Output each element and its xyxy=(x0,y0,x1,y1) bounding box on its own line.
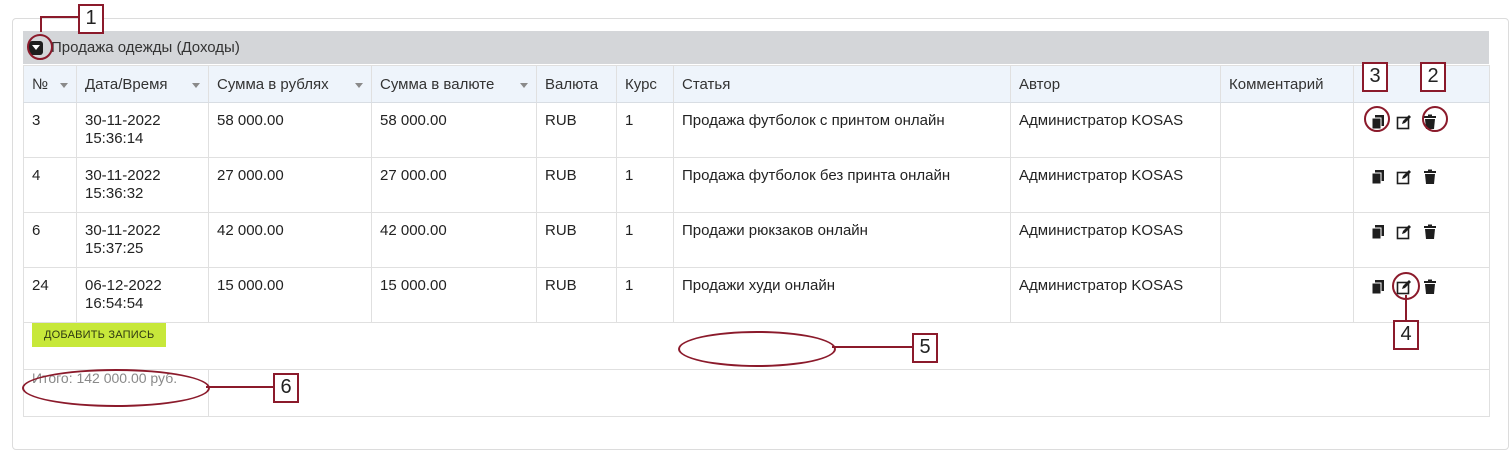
cell-comment xyxy=(1220,267,1354,323)
annotation-leader xyxy=(40,16,78,18)
cell-num: 4 xyxy=(23,157,77,213)
group-title: Продажа одежды (Доходы) xyxy=(51,39,240,56)
annotation-label-4: 4 xyxy=(1393,320,1419,350)
cell-rate: 1 xyxy=(616,267,674,323)
sort-icon[interactable] xyxy=(520,82,528,88)
column-header-datetime[interactable]: Дата/Время xyxy=(76,65,209,103)
column-header-article: Статья xyxy=(673,65,1011,103)
cell-date: 30-11-2022 xyxy=(85,222,161,239)
cell-author: Администратор KOSAS xyxy=(1010,157,1221,213)
copy-icon[interactable] xyxy=(1370,279,1386,295)
total-row: Итого: 142 000.00 руб. xyxy=(23,369,1490,417)
cell-time: 15:37:25 xyxy=(85,240,144,257)
table-row: 6 30-11-2022 15:37:25 42 000.00 42 000.00… xyxy=(23,212,1490,268)
cell-actions xyxy=(1353,157,1490,213)
group-header[interactable]: Продажа одежды (Доходы) xyxy=(23,31,1489,64)
annotation-leader xyxy=(40,16,42,32)
table-header-row: № Дата/Время Сумма в рублях Сумма в валю… xyxy=(23,65,1490,103)
cell-sum-currency: 42 000.00 xyxy=(371,212,537,268)
edit-icon[interactable] xyxy=(1396,224,1412,240)
cell-datetime: 30-11-2022 15:36:32 xyxy=(76,157,209,213)
copy-icon[interactable] xyxy=(1370,169,1386,185)
column-header-sum-currency[interactable]: Сумма в валюте xyxy=(371,65,537,103)
annotation-label-2: 2 xyxy=(1420,62,1446,92)
annotation-label-3: 3 xyxy=(1362,62,1388,92)
trash-icon[interactable] xyxy=(1422,279,1438,295)
cell-num: 24 xyxy=(23,267,77,323)
cell-time: 16:54:54 xyxy=(85,295,144,312)
column-header-rate: Курс xyxy=(616,65,674,103)
cell-actions xyxy=(1353,267,1490,323)
cell-rate: 1 xyxy=(616,102,674,158)
cell-comment xyxy=(1220,157,1354,213)
cell-currency: RUB xyxy=(536,157,617,213)
sort-icon[interactable] xyxy=(355,82,363,88)
annotation-ring xyxy=(22,369,210,407)
cell-author: Администратор KOSAS xyxy=(1010,102,1221,158)
column-header-num[interactable]: № xyxy=(23,65,77,103)
annotation-ring xyxy=(1392,272,1420,300)
cell-actions xyxy=(1353,212,1490,268)
cell-sum-currency: 27 000.00 xyxy=(371,157,537,213)
cell-rate: 1 xyxy=(616,157,674,213)
table-row: 4 30-11-2022 15:36:32 27 000.00 27 000.00… xyxy=(23,157,1490,213)
edit-icon[interactable] xyxy=(1396,169,1412,185)
cell-sum-rub: 15 000.00 xyxy=(208,267,372,323)
cell-date: 30-11-2022 xyxy=(85,167,161,184)
trash-icon[interactable] xyxy=(1422,224,1438,240)
cell-sum-rub: 58 000.00 xyxy=(208,102,372,158)
cell-article: Продажа футболок без принта онлайн xyxy=(673,157,1011,213)
sort-icon[interactable] xyxy=(60,82,68,88)
annotation-ring xyxy=(1422,106,1448,132)
cell-num: 6 xyxy=(23,212,77,268)
add-record-button[interactable]: ДОБАВИТЬ ЗАПИСЬ xyxy=(32,323,167,347)
cell-author: Администратор KOSAS xyxy=(1010,267,1221,323)
annotation-label-6: 6 xyxy=(273,373,299,403)
cell-datetime: 30-11-2022 15:37:25 xyxy=(76,212,209,268)
cell-num: 3 xyxy=(23,102,77,158)
trash-icon[interactable] xyxy=(1422,169,1438,185)
annotation-ring xyxy=(1364,106,1390,132)
annotation-leader xyxy=(206,386,273,388)
column-header-sum-rub[interactable]: Сумма в рублях xyxy=(208,65,372,103)
annotation-ring xyxy=(678,331,836,367)
column-header-author: Автор xyxy=(1010,65,1221,103)
cell-rate: 1 xyxy=(616,212,674,268)
table-row: 24 06-12-2022 16:54:54 15 000.00 15 000.0… xyxy=(23,267,1490,323)
copy-icon[interactable] xyxy=(1370,224,1386,240)
cell-article: Продажа футболок с принтом онлайн xyxy=(673,102,1011,158)
cell-sum-rub: 27 000.00 xyxy=(208,157,372,213)
cell-sum-currency: 58 000.00 xyxy=(371,102,537,158)
cell-currency: RUB xyxy=(536,267,617,323)
cell-comment xyxy=(1220,212,1354,268)
cell-article: Продажи худи онлайн xyxy=(673,267,1011,323)
cell-article: Продажи рюкзаков онлайн xyxy=(673,212,1011,268)
cell-sum-currency: 15 000.00 xyxy=(371,267,537,323)
cell-currency: RUB xyxy=(536,102,617,158)
cell-date: 06-12-2022 xyxy=(85,277,162,294)
column-header-currency: Валюта xyxy=(536,65,617,103)
sort-icon[interactable] xyxy=(192,82,200,88)
cell-currency: RUB xyxy=(536,212,617,268)
cell-time: 15:36:14 xyxy=(85,130,144,147)
cell-date: 30-11-2022 xyxy=(85,112,161,129)
cell-time: 15:36:32 xyxy=(85,185,144,202)
edit-icon[interactable] xyxy=(1396,114,1412,130)
cell-author: Администратор KOSAS xyxy=(1010,212,1221,268)
annotation-ring xyxy=(27,34,53,60)
annotation-leader xyxy=(832,346,912,348)
annotation-label-1: 1 xyxy=(78,4,104,34)
cell-comment xyxy=(1220,102,1354,158)
annotation-label-5: 5 xyxy=(912,333,938,363)
cell-datetime: 06-12-2022 16:54:54 xyxy=(76,267,209,323)
column-header-comment: Комментарий xyxy=(1220,65,1354,103)
cell-sum-rub: 42 000.00 xyxy=(208,212,372,268)
cell-datetime: 30-11-2022 15:36:14 xyxy=(76,102,209,158)
table-row: 3 30-11-2022 15:36:14 58 000.00 58 000.00… xyxy=(23,102,1490,158)
